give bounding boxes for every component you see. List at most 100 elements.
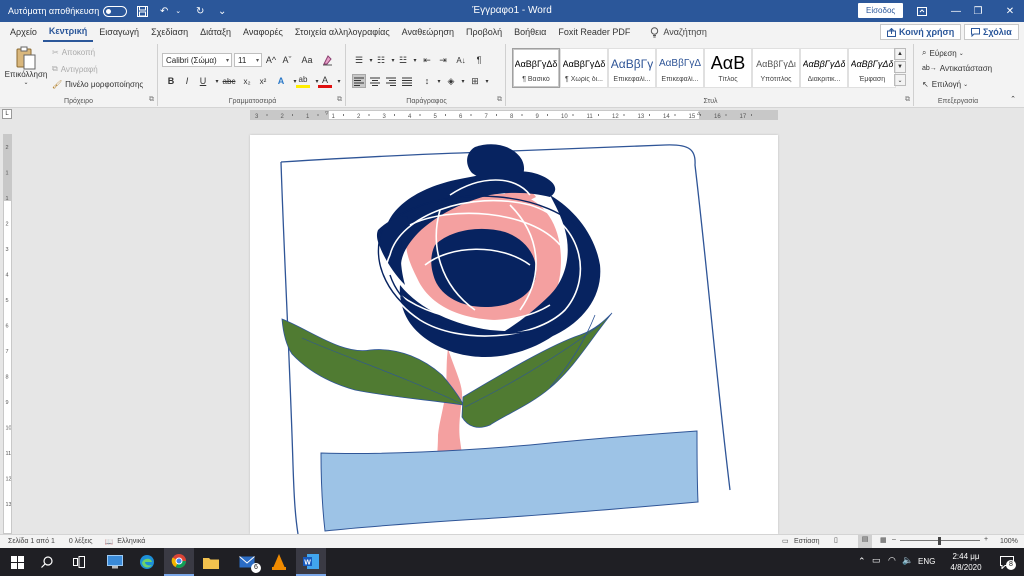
signin-button[interactable]: Είσοδος: [858, 3, 904, 18]
font-name-combo[interactable]: Calibri (Σώμα) ▾: [162, 53, 232, 67]
find-dropdown-icon[interactable]: ⌄: [959, 50, 964, 57]
style-tile[interactable]: ΑαΒβΓγΔδ Έμφαση: [848, 48, 896, 88]
underline-button[interactable]: U: [196, 74, 210, 88]
taskbar-app-remote-desktop[interactable]: [100, 548, 130, 576]
cut-button[interactable]: ✂ Αποκοπή: [52, 48, 95, 57]
style-tile[interactable]: ΑαΒβΓγΔδ ¶ Χωρίς δι...: [560, 48, 608, 88]
change-case-button[interactable]: Aa: [298, 53, 316, 67]
focus-icon[interactable]: ▭: [782, 537, 789, 545]
tab-selector-icon[interactable]: L: [2, 109, 12, 119]
select-button[interactable]: ↖ Επιλογή ⌄: [922, 80, 968, 89]
save-icon[interactable]: [135, 4, 149, 18]
show-formatting-button[interactable]: ¶: [472, 53, 486, 67]
tab-9[interactable]: Βοήθεια: [508, 22, 552, 42]
bold-button[interactable]: B: [164, 74, 178, 88]
tab-8[interactable]: Προβολή: [460, 22, 508, 42]
document-page[interactable]: [250, 135, 778, 534]
first-line-indent-marker[interactable]: ▿: [325, 109, 329, 117]
taskbar-app-vlc[interactable]: [264, 548, 294, 576]
style-gallery-up-icon[interactable]: ▲: [894, 48, 906, 60]
tab-3[interactable]: Σχεδίαση: [145, 22, 194, 42]
grow-font-button[interactable]: A^: [264, 53, 278, 67]
search-taskbar-button[interactable]: [32, 548, 62, 576]
language-indicator[interactable]: Ελληνικά: [117, 538, 145, 545]
collapse-ribbon-icon[interactable]: ⌃: [1006, 92, 1020, 106]
taskbar-app-word[interactable]: W: [296, 548, 326, 576]
align-left-icon[interactable]: [352, 74, 366, 88]
font-launcher-icon[interactable]: ⧉: [337, 96, 342, 104]
font-size-dropdown-icon[interactable]: ▾: [256, 57, 259, 64]
start-button[interactable]: [2, 548, 32, 576]
italic-button[interactable]: I: [180, 74, 194, 88]
align-center-icon[interactable]: [368, 74, 382, 88]
taskbar-app-edge[interactable]: [132, 548, 162, 576]
comments-button[interactable]: Σχόλια: [964, 24, 1019, 40]
web-layout-icon[interactable]: ▦: [880, 536, 887, 544]
decrease-indent-icon[interactable]: ⇤: [420, 53, 434, 67]
paragraph-launcher-icon[interactable]: ⧉: [497, 96, 502, 104]
zoom-in-button[interactable]: +: [984, 536, 988, 543]
taskbar-app-mail[interactable]: 6: [232, 548, 262, 576]
tab-6[interactable]: Στοιχεία αλληλογραφίας: [289, 22, 396, 42]
tab-7[interactable]: Αναθεώρηση: [396, 22, 460, 42]
volume-icon[interactable]: 🔈: [902, 555, 913, 566]
share-button[interactable]: Κοινή χρήση: [880, 24, 962, 40]
customize-qat-icon[interactable]: ⌄: [215, 4, 229, 18]
undo-icon[interactable]: ↶: [157, 4, 171, 18]
wifi-icon[interactable]: ◠: [888, 555, 896, 566]
style-tile[interactable]: ΑαΒβΓγΔδ ¶ Βασικό: [512, 48, 560, 88]
select-dropdown-icon[interactable]: ⌄: [963, 81, 968, 88]
zoom-level[interactable]: 100%: [1000, 538, 1018, 545]
taskbar-app-file-explorer[interactable]: [196, 548, 226, 576]
proofing-icon[interactable]: 📖: [105, 538, 114, 546]
style-tile[interactable]: ΑαΒβΓγ Επικεφαλί...: [608, 48, 656, 88]
font-color-button[interactable]: A: [318, 74, 332, 88]
subscript-button[interactable]: x₂: [240, 74, 254, 88]
shrink-font-button[interactable]: Aˇ: [280, 53, 294, 67]
focus-label[interactable]: Εστίαση: [794, 538, 820, 545]
style-gallery-more-icon[interactable]: ⌄: [894, 74, 906, 86]
ribbon-display-options-icon[interactable]: [906, 0, 938, 22]
redo-icon[interactable]: ↻: [193, 4, 207, 18]
undo-dropdown-icon[interactable]: ⌄: [171, 4, 185, 18]
autosave-control[interactable]: Αυτόματη αποθήκευση: [8, 5, 128, 17]
tab-4[interactable]: Διάταξη: [194, 22, 237, 42]
task-view-button[interactable]: [64, 548, 94, 576]
highlight-button[interactable]: ab: [296, 74, 310, 88]
format-painter-button[interactable]: 🖌 Πινέλο μορφοποίησης: [52, 80, 143, 89]
tell-me-search[interactable]: Αναζήτηση: [650, 26, 707, 38]
zoom-slider-thumb[interactable]: [938, 537, 941, 545]
align-right-icon[interactable]: [384, 74, 398, 88]
print-layout-icon[interactable]: ▤: [858, 535, 872, 548]
clipboard-launcher-icon[interactable]: ⧉: [149, 96, 154, 104]
network-icon[interactable]: ▭: [872, 555, 881, 566]
vertical-ruler[interactable]: 2 1 1 2 3 4 5 6 7 8 9 10 11 12 13: [3, 134, 12, 534]
font-size-combo[interactable]: 11 ▾: [234, 53, 262, 67]
tab-2[interactable]: Εισαγωγή: [93, 22, 145, 42]
close-button[interactable]: ✕: [994, 0, 1024, 22]
right-indent-marker[interactable]: ▵: [697, 109, 701, 117]
paste-dropdown-icon[interactable]: ⌄: [23, 79, 28, 86]
replace-button[interactable]: ab→ Αντικατάσταση: [922, 64, 992, 73]
style-tile[interactable]: ΑαΒβΓγΔι Υπότιτλος: [752, 48, 800, 88]
action-center-button[interactable]: 8: [992, 548, 1022, 576]
superscript-button[interactable]: x²: [256, 74, 270, 88]
horizontal-ruler[interactable]: 3 2 1 1 2 3 4 5 6 7 8 9 10 11 12 13 14 15 16 17 ▿ ▵: [250, 110, 778, 120]
autosave-toggle[interactable]: [103, 5, 128, 17]
text-effects-button[interactable]: A: [274, 74, 288, 88]
taskbar-app-chrome[interactable]: [164, 548, 194, 576]
paste-button[interactable]: Επικόλληση ⌄: [5, 46, 47, 86]
copy-button[interactable]: ⧉ Αντιγραφή: [52, 64, 98, 74]
tab-10[interactable]: Foxit Reader PDF: [552, 22, 636, 42]
tab-5[interactable]: Αναφορές: [237, 22, 289, 42]
style-tile[interactable]: ΑαΒβΓγΔ Επικεφαλί...: [656, 48, 704, 88]
font-name-dropdown-icon[interactable]: ▾: [226, 57, 229, 64]
zoom-out-button[interactable]: –: [892, 536, 896, 543]
strikethrough-button[interactable]: abc: [220, 74, 238, 88]
increase-indent-icon[interactable]: ⇥: [436, 53, 450, 67]
page-count[interactable]: Σελίδα 1 από 1: [8, 538, 55, 545]
restore-button[interactable]: ❐: [962, 0, 994, 22]
tab-0[interactable]: Αρχείο: [4, 22, 43, 42]
borders-dropdown-icon[interactable]: ▾: [480, 74, 494, 88]
style-tile[interactable]: ΑαΒ Τίτλος: [704, 48, 752, 88]
